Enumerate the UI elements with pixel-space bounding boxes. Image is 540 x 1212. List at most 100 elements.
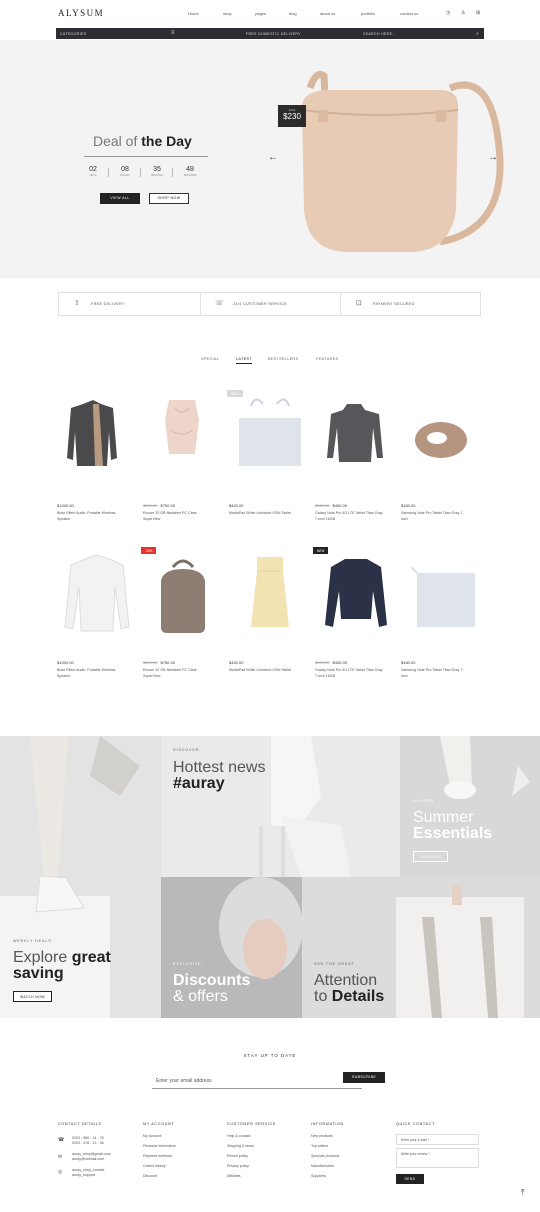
- footer-link[interactable]: Discount: [143, 1174, 157, 1178]
- banner-summer-essentials[interactable]: DIVIDED Summer Essentials DISCOVER: [400, 736, 540, 877]
- footer-link[interactable]: Return policy: [227, 1154, 248, 1158]
- footer-link[interactable]: New products: [311, 1134, 333, 1138]
- product-image[interactable]: [399, 390, 485, 498]
- banner-hottest-news[interactable]: DISCOVER Hottest news #auray: [161, 736, 400, 877]
- arrow-left-icon[interactable]: ←: [268, 152, 278, 163]
- divider: [140, 168, 141, 177]
- product-card[interactable]: $160.00 Samsung Note Pro Tablet Titan Gr…: [399, 547, 485, 679]
- tab-special[interactable]: SPECIAL: [201, 357, 219, 361]
- tab-latest[interactable]: LATEST: [236, 357, 252, 364]
- nav-about[interactable]: about us: [320, 11, 335, 16]
- category-bar: CATEGORIES ≡ FREE DOMESTIC DELIVERY SEAR…: [56, 28, 484, 39]
- footer-link[interactable]: My account: [143, 1134, 161, 1138]
- footer-service-title: CUSTOMER SERVICE: [227, 1122, 276, 1126]
- countdown-seconds: 48 SECONDS: [183, 166, 197, 177]
- footer-link[interactable]: Suppliers: [311, 1174, 326, 1178]
- product-image[interactable]: [141, 390, 227, 498]
- footer-link[interactable]: Specials products: [311, 1154, 339, 1158]
- watch-now-button[interactable]: WATCH NOW: [13, 991, 52, 1002]
- product-card[interactable]: -20% $800.00 $750.00 Encore 32 GB Nertabl…: [141, 547, 227, 679]
- product-image[interactable]: SALE: [227, 390, 313, 498]
- clock-icon[interactable]: ◷: [446, 10, 450, 16]
- newsletter-email-input[interactable]: Enter your email address: [152, 1075, 362, 1089]
- search-icon[interactable]: ⌕: [476, 31, 479, 37]
- footer-info-title: INFORMATION: [311, 1122, 344, 1126]
- product-card[interactable]: NEW $520.00 $400.00 Galaxy Note Pro 4G LT…: [313, 547, 399, 679]
- banner-attention-details[interactable]: SEE THE GREAT Attention to Details: [302, 877, 540, 1018]
- banner-discounts[interactable]: EXCLUSIVE Discounts & offers: [161, 877, 302, 1018]
- product-card[interactable]: $1200.00 Bose Effect Audio: Portable Wir…: [55, 547, 141, 679]
- banner-weekly-deals[interactable]: WEEKLY DEALS Explore great saving WATCH …: [0, 736, 161, 1018]
- menu-icon[interactable]: ≡: [171, 30, 175, 36]
- product-image[interactable]: [227, 547, 313, 655]
- categories-label[interactable]: CATEGORIES: [60, 32, 86, 36]
- product-image[interactable]: [313, 390, 399, 498]
- hero-bag-image: [301, 71, 504, 252]
- footer-quick-title: QUICK CONTACT: [396, 1122, 435, 1126]
- product-card[interactable]: SALE $420.00 MediaPad White Unlocked GSM…: [227, 390, 313, 517]
- service-free-delivery: ⇧ FREE DELIVERY: [73, 300, 125, 307]
- nav-blog[interactable]: blog: [289, 11, 297, 16]
- product-image[interactable]: NEW: [313, 547, 399, 655]
- footer-link[interactable]: Payment methods: [143, 1154, 172, 1158]
- product-image[interactable]: [55, 547, 141, 655]
- tab-features[interactable]: FEATURES: [316, 357, 338, 361]
- arrow-right-icon[interactable]: →: [488, 152, 498, 163]
- service-customer: ☏ 24/4 CUSTOMER SERVICE: [200, 293, 341, 315]
- lock-icon: ⊡: [355, 300, 363, 307]
- product-card[interactable]: $520.00 $400.00 Galaxy Note Pro 4G LTE Ta…: [313, 390, 399, 522]
- phone-icon: ☎: [58, 1137, 65, 1143]
- divider: [108, 168, 109, 177]
- footer-link[interactable]: Shipping & taxes: [227, 1144, 254, 1148]
- brand-logo[interactable]: ALYSUM: [58, 8, 104, 18]
- countdown-minutes: 35 MINUTES: [151, 166, 163, 177]
- nav-portfolio[interactable]: portfolio: [361, 11, 375, 16]
- shop-now-button[interactable]: SHOP NOW: [149, 193, 189, 204]
- nav-shop[interactable]: shop: [223, 11, 232, 16]
- footer-link[interactable]: Manufacturers: [311, 1164, 334, 1168]
- product-image[interactable]: [399, 547, 485, 655]
- hero-title: Deal of the Day: [93, 133, 192, 149]
- tab-bestsellers[interactable]: BESTSELLERS: [268, 357, 298, 361]
- countdown-hours: 08 HOURS: [120, 166, 130, 177]
- quick-email-input[interactable]: Enter your e-mail *: [396, 1134, 479, 1145]
- footer-link[interactable]: Privacy policy: [227, 1164, 249, 1168]
- discover-button[interactable]: DISCOVER: [413, 851, 448, 862]
- product-card[interactable]: $1200.00 Bose Effect Audio: Portable Wir…: [55, 390, 141, 522]
- product-image[interactable]: -20%: [141, 547, 227, 655]
- banner-image: [259, 736, 351, 877]
- back-to-top-icon[interactable]: ⤒: [521, 1188, 525, 1198]
- discount-badge: -20%: [141, 547, 157, 554]
- product-card[interactable]: $800.00 $700.00 Encore 32 GB Nertablet PC…: [141, 390, 227, 522]
- divider: [172, 168, 173, 177]
- services-bar: ⇧ FREE DELIVERY ☏ 24/4 CUSTOMER SERVICE ⊡ P…: [58, 292, 481, 316]
- sale-badge: SALE: [227, 390, 244, 397]
- delivery-label: FREE DOMESTIC DELIVERY: [246, 31, 301, 36]
- skype-icon: ◎: [58, 1169, 63, 1175]
- cart-icon[interactable]: ⊞: [476, 10, 480, 16]
- quick-review-input[interactable]: Write your review *: [396, 1148, 479, 1168]
- footer-link[interactable]: Top sellers: [311, 1144, 328, 1148]
- product-card[interactable]: $420.00 MediaPad White Unlocked GSM Tabl…: [227, 547, 313, 674]
- product-image[interactable]: [55, 390, 141, 498]
- nav-contact[interactable]: contact us: [400, 11, 418, 16]
- hero-divider: [84, 156, 208, 157]
- new-badge: NEW: [313, 547, 329, 554]
- view-all-button[interactable]: VIEW ALL: [100, 193, 140, 204]
- send-button[interactable]: SEND: [396, 1174, 424, 1184]
- footer-account-title: MY ACCOUNT: [143, 1122, 175, 1126]
- footer-contact-title: CONTACT DETAILS: [58, 1122, 102, 1126]
- nav-home[interactable]: Home: [188, 11, 199, 16]
- footer-link[interactable]: Orders history: [143, 1164, 166, 1168]
- search-input[interactable]: SEARCH HERE...: [363, 32, 396, 36]
- nav-pages[interactable]: pages: [255, 11, 266, 16]
- rocket-icon: ⇧: [73, 300, 81, 307]
- product-card[interactable]: $160.00 Samsung Note Pro Tablet Titan Gr…: [399, 390, 485, 522]
- user-icon[interactable]: ♙: [461, 10, 465, 16]
- footer-link[interactable]: Affiliates: [227, 1174, 241, 1178]
- headset-icon: ☏: [215, 300, 225, 307]
- hero-price-tag: $268 $230: [278, 105, 306, 127]
- footer-link[interactable]: Help & contact: [227, 1134, 250, 1138]
- subscribe-button[interactable]: SUBSCRIBE: [343, 1072, 385, 1083]
- footer-link[interactable]: Personal information: [143, 1144, 176, 1148]
